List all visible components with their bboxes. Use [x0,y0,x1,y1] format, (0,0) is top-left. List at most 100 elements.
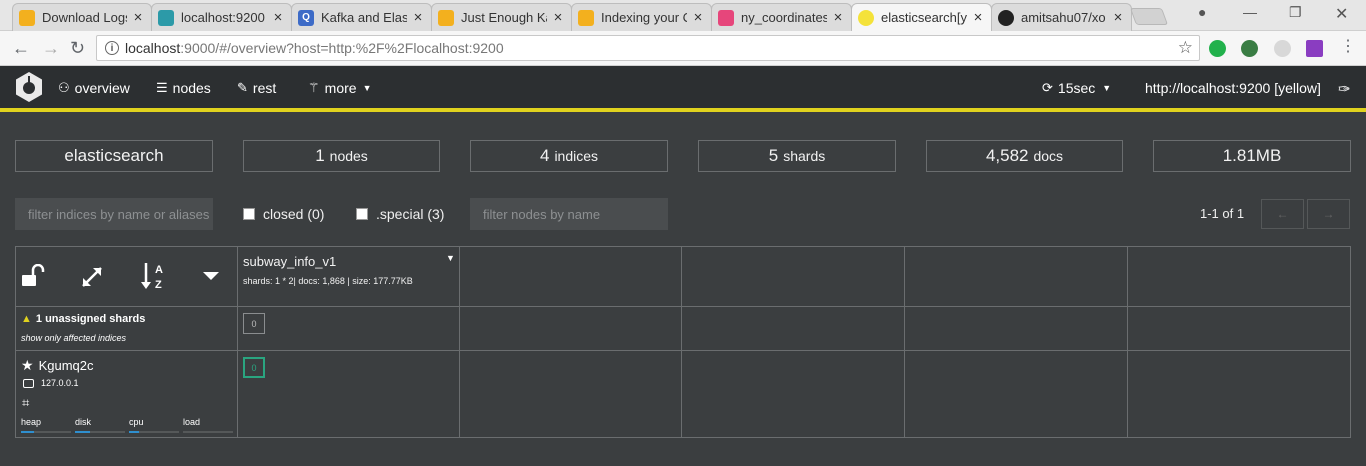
back-icon[interactable]: ← [12,38,30,58]
filter-nodes-placeholder: filter nodes by name [483,206,601,222]
arrow-left-icon: ← [1276,207,1289,221]
close-tab-icon[interactable]: × [271,9,285,26]
expand-icon[interactable] [80,265,104,289]
close-tab-icon[interactable]: × [691,9,705,26]
address-host: localhost [125,40,181,56]
browser-tab[interactable]: amitsahu07/xo × [991,3,1132,31]
browser-tab-strip: Download Logs × localhost:9200 × Q Kafka… [0,0,1366,31]
metric-load-label: load [183,417,201,427]
bookmark-star-icon[interactable]: ☆ [1178,38,1193,58]
pagination-label: 1-1 of 1 [1200,206,1245,221]
checkbox-icon[interactable] [356,208,368,220]
filter-indices-input[interactable]: filter indices by name or aliases [15,198,213,230]
index-name[interactable]: subway_info_v1 [243,254,336,269]
elastic-favicon-icon [158,9,174,26]
minimize-icon[interactable]: — [1243,4,1257,20]
profile-icon[interactable]: ● [1198,4,1206,20]
menu-kebab-icon[interactable]: ⋮ [1340,37,1356,57]
close-tab-icon[interactable]: × [831,9,845,26]
info-icon[interactable]: i [105,41,119,55]
grid-divider [681,247,682,437]
node-name-text: Kgumq2c [38,358,94,373]
browser-tab[interactable]: localhost:9200 × [151,3,292,31]
sort-alpha-icon[interactable]: A Z [140,261,168,291]
nav-overview[interactable]: ⚇ overview [58,80,130,96]
unassigned-shard[interactable]: 0 [243,313,265,334]
close-tab-icon[interactable]: × [551,9,565,26]
elastic-favicon-icon [19,9,35,26]
prev-page-button[interactable]: ← [1261,199,1304,229]
cluster-name-box: elasticsearch [15,140,213,172]
crop-icon[interactable]: ⌗ [22,395,29,411]
shards-count-box: 5 shards [698,140,896,172]
nav-rest[interactable]: ✎ rest [237,80,276,96]
cluster-url[interactable]: http://localhost:9200 [yellow] [1145,80,1321,96]
caret-down-icon: ▼ [1102,83,1112,93]
nav-nodes[interactable]: ☰ nodes [156,80,211,96]
unassigned-shards-label: ▲ 1 unassigned shards [21,313,145,325]
node-ip: 127.0.0.1 [23,378,79,388]
nav-more-label: more [324,80,357,96]
hdd-icon [23,378,34,388]
next-page-button[interactable]: → [1307,199,1350,229]
index-menu-caret-icon[interactable]: ▼ [446,253,455,263]
closed-checkbox-label: closed (0) [263,206,325,222]
kibana-favicon-icon [718,9,734,26]
extension-check-icon[interactable] [1209,40,1226,57]
close-tab-icon[interactable]: × [1111,9,1125,26]
new-tab-button[interactable] [1129,8,1169,25]
cluster-url-label: http://localhost:9200 [yellow] [1145,80,1321,96]
browser-tab[interactable]: Indexing your C × [571,3,712,31]
restore-icon[interactable]: ❐ [1289,4,1302,21]
caret-down-icon[interactable] [202,271,220,281]
docs-count-box: 4,582 docs [926,140,1123,172]
cerebro-logo-icon[interactable] [14,71,44,103]
show-affected-indices-link[interactable]: show only affected indices [21,333,126,343]
checkbox-icon[interactable] [243,208,255,220]
extension-globe-icon[interactable] [1241,40,1258,57]
extension-puzzle-icon[interactable] [1306,40,1323,57]
refresh-interval-dropdown[interactable]: ⟳ 15sec ▼ [1042,80,1111,96]
overview-grid: A Z subway_info_v1 ▼ shards: 1 * 2| docs… [15,246,1351,438]
metric-cpu-bar [129,431,179,433]
browser-tab-active[interactable]: elasticsearch[ye × [851,3,992,31]
grid-divider [16,306,1350,307]
special-checkbox-label: .special (3) [376,206,445,222]
filter-nodes-input[interactable]: filter nodes by name [470,198,668,230]
tab-title: Just Enough Ka [461,10,547,25]
close-tab-icon[interactable]: × [971,9,985,26]
address-bar[interactable]: i localhost:9000/#/overview?host=http:%2… [96,35,1200,61]
browser-tab[interactable]: Download Logs × [12,3,152,31]
sitemap-icon: ⚇ [58,80,70,95]
cluster-name: elasticsearch [64,146,164,165]
wand-icon: ⚚ [308,80,320,95]
node-name[interactable]: ★ Kgumq2c [21,357,93,374]
warning-icon: ▲ [21,313,32,325]
special-checkbox[interactable]: .special (3) [356,206,444,222]
started-shard[interactable]: 0 [243,357,265,378]
browser-toolbar: ← → ↻ i localhost:9000/#/overview?host=h… [0,31,1366,66]
browser-tab[interactable]: ny_coordinates × [711,3,852,31]
close-window-icon[interactable]: ✕ [1335,4,1348,24]
browser-tab[interactable]: Q Kafka and Elast × [291,3,432,31]
closed-checkbox[interactable]: closed (0) [243,206,324,222]
close-tab-icon[interactable]: × [131,9,145,26]
browser-tab[interactable]: Just Enough Ka × [431,3,572,31]
svg-text:Z: Z [155,279,162,291]
extension-circle-icon[interactable] [1274,40,1291,57]
node-ip-text: 127.0.0.1 [41,378,79,388]
metric-disk-bar [75,431,125,433]
unlock-icon[interactable] [21,264,47,288]
disconnect-plug-icon[interactable]: ✑ [1338,80,1351,98]
docs-count: 4,582 [985,146,1029,165]
cluster-size: 1.81MB [1222,146,1282,165]
refresh-interval-label: 15sec [1057,80,1096,96]
q-favicon-icon: Q [298,9,314,26]
docs-count-label: docs [1033,148,1064,164]
unassigned-shards-text: 1 unassigned shards [35,313,146,325]
nodes-count: 1 [315,146,325,165]
forward-icon[interactable]: → [42,38,60,58]
nav-more-dropdown[interactable]: ⚚ more ▼ [308,80,371,96]
reload-icon[interactable]: ↻ [70,38,85,58]
close-tab-icon[interactable]: × [411,9,425,26]
